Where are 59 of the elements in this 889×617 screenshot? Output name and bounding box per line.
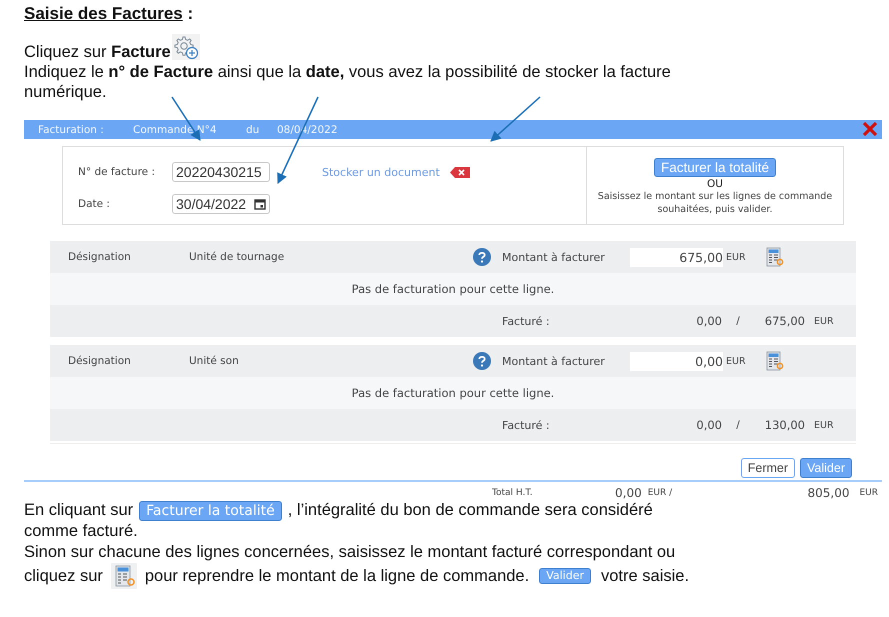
amount-field[interactable]: 0,00 xyxy=(630,352,723,370)
dialog-button[interactable]: Fermer xyxy=(740,458,796,478)
designation-value: Unité de tournage xyxy=(189,251,286,263)
instruction-text: numérique. xyxy=(24,82,107,102)
line-total: 130,00 xyxy=(764,418,805,432)
calendar-icon xyxy=(254,198,266,210)
field-label: N° de facture : xyxy=(78,166,156,178)
instruction-text: Sinon sur chacune des lignes concernées, saisissez le montant facturé correspondant ou xyxy=(24,542,676,563)
order-total: 805,00 xyxy=(807,486,850,500)
total-label: Total H.T. xyxy=(492,488,534,498)
help-icon[interactable] xyxy=(473,352,491,370)
date-field[interactable]: 30/04/2022 xyxy=(172,194,270,214)
arrow xyxy=(490,96,540,142)
currency-label: EUR xyxy=(814,420,834,430)
instruction-text: , l’intégralité du bon de commande sera considéré xyxy=(288,500,653,521)
close-icon[interactable] xyxy=(862,121,878,137)
currency-label: EUR xyxy=(726,356,747,366)
instruction-text: cliquez sur xyxy=(24,566,103,586)
slash-separator: / xyxy=(735,315,741,327)
help-icon[interactable] xyxy=(473,248,491,266)
billed-amount: 0,00 xyxy=(695,314,722,328)
slash-separator: / xyxy=(735,419,741,431)
gear-plus-icon xyxy=(172,34,200,60)
inline-button-image: Facturer la totalité xyxy=(139,500,282,520)
title-label: Facturation : xyxy=(38,124,105,136)
instruction-text: votre saisie. xyxy=(601,566,690,586)
field-label: Date : xyxy=(78,198,111,210)
line-message: Pas de facturation pour cette ligne. xyxy=(352,282,554,296)
instruction-text: comme facturé. xyxy=(24,521,138,542)
instruction-text: Indiquez le n° de Facture ainsi que la date, vous avez la possibilité de stocker la facture xyxy=(24,62,671,82)
title-du: du xyxy=(246,124,260,136)
amount-label: Montant à facturer xyxy=(502,250,606,264)
line-total: 675,00 xyxy=(764,314,805,328)
instruction-text: En cliquant sur xyxy=(24,500,134,521)
instruction-text: Cliquez sur Facture xyxy=(24,42,171,62)
currency-label: EUR xyxy=(859,488,878,498)
designation-value: Unité son xyxy=(189,355,240,367)
designation-label: Désignation xyxy=(68,251,132,263)
billed-label: Facturé : xyxy=(502,418,551,432)
total-billed: 0,00 xyxy=(615,486,642,500)
invoice-number-field[interactable]: 20220430215 xyxy=(172,162,270,182)
page-heading: Saisie des Factures : xyxy=(24,4,194,23)
delete-tag-icon[interactable] xyxy=(450,166,470,178)
calculator-icon[interactable] xyxy=(766,351,784,371)
billed-amount: 0,00 xyxy=(695,418,722,432)
or-text: OU xyxy=(707,178,723,190)
amount-field[interactable]: 675,00 xyxy=(630,248,723,266)
billed-label: Facturé : xyxy=(502,314,551,328)
instruction-text: pour reprendre le montant de la ligne de commande. xyxy=(144,566,530,586)
calculator-icon[interactable] xyxy=(766,247,784,267)
designation-label: Désignation xyxy=(68,355,132,367)
inline-button-image: Valider xyxy=(539,568,591,584)
currency-label: EUR xyxy=(814,316,834,326)
calculator-icon xyxy=(110,563,137,589)
currency-label: EUR xyxy=(726,252,747,262)
line-message: Pas de facturation pour cette ligne. xyxy=(352,386,554,400)
currency-label: EUR / xyxy=(648,488,672,498)
amount-label: Montant à facturer xyxy=(502,354,606,368)
hint-text: Saisissez le montant sur les lignes de commande souhaitées, puis valider. xyxy=(596,190,834,216)
